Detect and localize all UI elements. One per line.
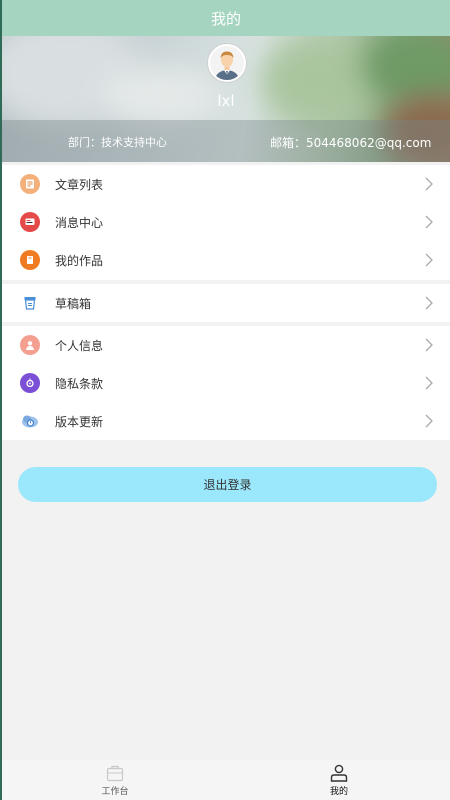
tab-mine[interactable]: 我的: [309, 764, 369, 797]
menu-item-label: 消息中心: [55, 215, 104, 230]
chevron-right-icon: [425, 338, 433, 352]
tab-workbench-label: 工作台: [101, 787, 129, 797]
email-text: 邮箱：504468062@qq.com: [270, 136, 432, 150]
menu-item-label: 个人信息: [55, 338, 104, 353]
tab-mine-label: 我的: [329, 787, 348, 797]
department-text: 部门：技术支持中心: [68, 136, 167, 149]
menu-item-version-update[interactable]: 版本更新: [2, 402, 450, 440]
menu-group-settings: 个人信息 隐私条款 版本更新: [2, 326, 450, 440]
chevron-right-icon: [425, 253, 433, 267]
menu-item-privacy-terms[interactable]: 隐私条款: [2, 364, 450, 402]
logout-button[interactable]: 退出登录: [18, 467, 437, 502]
menu-item-label: 我的作品: [55, 253, 104, 268]
personal-info-icon: [20, 335, 40, 355]
avatar[interactable]: [208, 44, 246, 82]
chevron-right-icon: [425, 215, 433, 229]
chevron-right-icon: [425, 414, 433, 428]
drafts-icon: [20, 293, 40, 313]
article-list-icon: [20, 174, 40, 194]
menu-group-content: 文章列表 消息中心 我的作品: [2, 165, 450, 280]
menu-item-personal-info[interactable]: 个人信息: [2, 326, 450, 364]
menu-item-label: 隐私条款: [55, 376, 104, 391]
my-works-icon: [20, 250, 40, 270]
menu-item-message-center[interactable]: 消息中心: [2, 203, 450, 241]
page-title-bar: 我的: [2, 0, 450, 36]
menu-item-my-works[interactable]: 我的作品: [2, 241, 450, 279]
briefcase-icon: [106, 765, 124, 782]
page-title: 我的: [210, 9, 241, 28]
tab-workbench[interactable]: 工作台: [85, 764, 145, 797]
bottom-tab-bar: 工作台 我的: [2, 760, 450, 800]
username: lxl: [217, 92, 235, 110]
version-update-icon: [20, 411, 40, 431]
menu-item-drafts[interactable]: 草稿箱: [2, 284, 450, 322]
profile-header: lxl 部门：技术支持中心 邮箱：504468062@qq.com: [2, 36, 450, 162]
menu-group-drafts: 草稿箱: [2, 284, 450, 322]
chevron-right-icon: [425, 177, 433, 191]
chevron-right-icon: [425, 376, 433, 390]
message-center-icon: [20, 212, 40, 232]
menu-item-label: 版本更新: [55, 414, 104, 429]
menu-item-label: 草稿箱: [55, 296, 92, 311]
menu-item-label: 文章列表: [55, 177, 104, 192]
menu-item-article-list[interactable]: 文章列表: [2, 165, 450, 203]
privacy-terms-icon: [20, 373, 40, 393]
user-icon: [330, 764, 348, 782]
chevron-right-icon: [425, 296, 433, 310]
